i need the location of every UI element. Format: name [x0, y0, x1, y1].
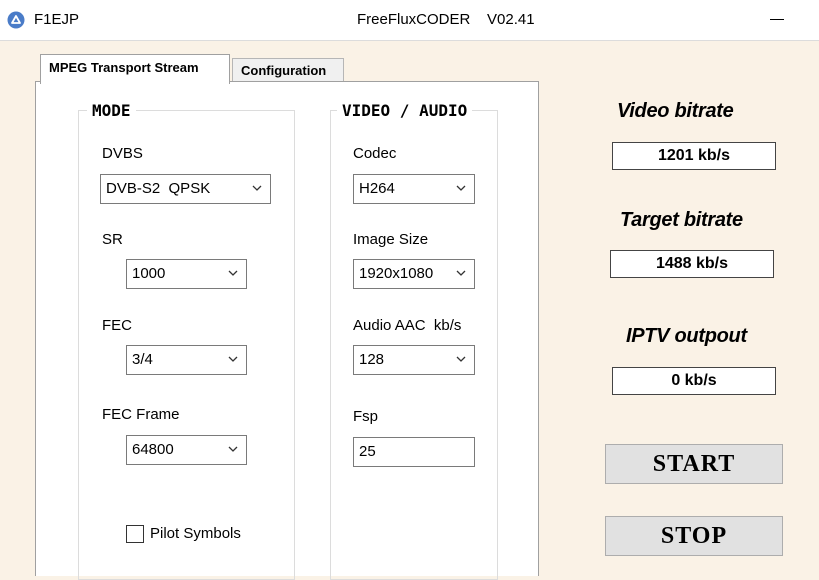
fec-frame-label: FEC Frame: [102, 406, 180, 423]
dvbs-select[interactable]: DVB-S2 QPSK: [100, 174, 271, 204]
image-size-select-value: 1920x1080: [359, 265, 434, 282]
codec-label: Codec: [353, 145, 397, 162]
codec-select[interactable]: H264: [353, 174, 475, 204]
title-bar: F1EJP FreeFluxCODER V02.41: [0, 0, 819, 41]
video-bitrate-label: Video bitrate: [617, 100, 734, 122]
audio-aac-select[interactable]: 128: [353, 345, 475, 375]
dvbs-select-value: DVB-S2 QPSK: [106, 180, 211, 197]
audio-aac-label: Audio AAC kb/s: [353, 317, 462, 334]
codec-select-value: H264: [359, 180, 395, 197]
chevron-down-icon: [228, 356, 238, 362]
pilot-symbols-label[interactable]: Pilot Symbols: [150, 525, 241, 542]
sr-select[interactable]: 1000: [126, 259, 247, 289]
sr-label: SR: [102, 231, 123, 248]
video-audio-group-title: VIDEO / AUDIO: [337, 101, 473, 120]
video-audio-group: VIDEO / AUDIO Codec H264 Image Size 1920…: [330, 101, 498, 580]
dvbs-label: DVBS: [102, 145, 143, 162]
window-title: FreeFluxCODER V02.41: [357, 11, 535, 28]
fec-frame-select[interactable]: 64800: [126, 435, 247, 465]
image-size-label: Image Size: [353, 231, 429, 248]
mode-group: MODE DVBS DVB-S2 QPSK SR 1000 FEC 3/4 FE…: [78, 101, 295, 580]
fsp-label: Fsp: [353, 408, 379, 425]
target-bitrate-label: Target bitrate: [620, 209, 743, 231]
chevron-down-icon: [456, 185, 466, 191]
fec-frame-select-value: 64800: [132, 441, 174, 458]
tab-mpeg-transport-stream[interactable]: MPEG Transport Stream: [40, 54, 230, 84]
app-name: F1EJP: [34, 11, 80, 28]
fec-select[interactable]: 3/4: [126, 345, 247, 375]
chevron-down-icon: [228, 270, 238, 276]
stop-button[interactable]: STOP: [605, 516, 783, 556]
chevron-down-icon: [252, 185, 262, 191]
sr-select-value: 1000: [132, 265, 166, 282]
image-size-select[interactable]: 1920x1080: [353, 259, 475, 289]
chevron-down-icon: [456, 270, 466, 276]
video-bitrate-value: 1201 kb/s: [612, 142, 776, 170]
mode-group-title: MODE: [87, 101, 136, 120]
minimize-button[interactable]: [768, 11, 788, 29]
chevron-down-icon: [456, 356, 466, 362]
fsp-input[interactable]: 25: [353, 437, 475, 467]
start-button[interactable]: START: [605, 444, 783, 484]
tab-control: MPEG Transport Stream Configuration MODE…: [35, 52, 539, 580]
target-bitrate-value: 1488 kb/s: [610, 250, 774, 278]
chevron-down-icon: [228, 446, 238, 452]
pilot-symbols-checkbox[interactable]: [126, 525, 144, 543]
fec-select-value: 3/4: [132, 351, 153, 368]
audio-aac-select-value: 128: [359, 351, 385, 368]
iptv-output-label: IPTV outpout: [626, 325, 747, 347]
iptv-output-value: 0 kb/s: [612, 367, 776, 395]
app-logo-icon: [7, 11, 25, 29]
fec-label: FEC: [102, 317, 132, 334]
tab-configuration[interactable]: Configuration: [232, 58, 344, 82]
tab-panel: MODE DVBS DVB-S2 QPSK SR 1000 FEC 3/4 FE…: [35, 81, 539, 580]
